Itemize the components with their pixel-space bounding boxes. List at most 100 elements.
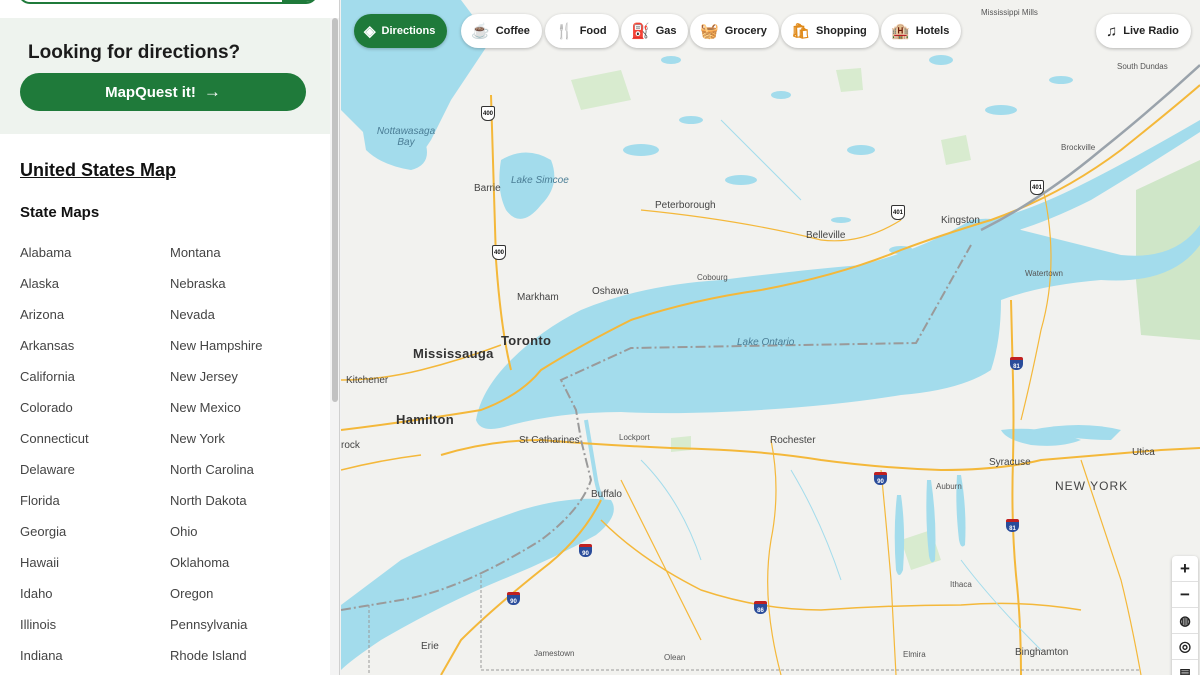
state-link[interactable]: Oregon	[170, 586, 213, 601]
map-label-rochester: Rochester	[770, 435, 816, 446]
map-label-new-york: NEW YORK	[1055, 479, 1129, 493]
map-label-ithaca: Ithaca	[950, 580, 972, 589]
map-label-buffalo: Buffalo	[591, 489, 622, 500]
chip-label: Gas	[655, 25, 677, 37]
state-link[interactable]: Ohio	[170, 524, 197, 539]
interstate-shield-86: 86	[754, 601, 767, 614]
chip-coffee[interactable]: ☕ Coffee	[461, 14, 542, 48]
map-label-auburn: Auburn	[936, 482, 962, 491]
map-label-jamestown: Jamestown	[534, 649, 575, 658]
chip-live-radio[interactable]: ♫ Live Radio	[1096, 14, 1191, 48]
map-label-st-catharines: St Catharines	[519, 435, 580, 446]
highway-shield-401: 401	[891, 205, 905, 220]
chip-gas[interactable]: ⛽ Gas	[621, 14, 689, 48]
state-link[interactable]: New Mexico	[170, 400, 241, 415]
map-label-olean: Olean	[664, 653, 686, 662]
map-label-peterborough: Peterborough	[655, 200, 716, 211]
state-link[interactable]: North Dakota	[170, 493, 247, 508]
interstate-shield-90: 90	[874, 472, 887, 485]
map-label-mississauga: Mississauga	[413, 346, 494, 361]
zoom-out-button[interactable]: −	[1172, 582, 1198, 608]
map-label-kingston: Kingston	[941, 215, 980, 226]
state-link[interactable]: Arkansas	[20, 338, 74, 353]
state-link[interactable]: Nebraska	[170, 276, 226, 291]
chip-directions[interactable]: ◈ Directions	[354, 14, 448, 48]
map-label-lockport: Lockport	[619, 433, 650, 442]
chip-hotels[interactable]: 🏨 Hotels	[881, 14, 962, 48]
state-link[interactable]: Nevada	[170, 307, 215, 322]
chip-label: Live Radio	[1123, 25, 1179, 37]
chip-label: Directions	[381, 25, 436, 37]
state-link[interactable]: Delaware	[20, 462, 75, 477]
state-link[interactable]: Rhode Island	[170, 648, 247, 663]
food-icon: 🍴	[555, 22, 574, 40]
chip-shopping[interactable]: 🛍 Shopping	[781, 14, 879, 48]
globe-icon[interactable]: ◍	[1172, 608, 1198, 634]
map-label-oshawa: Oshawa	[592, 286, 629, 297]
chip-food[interactable]: 🍴 Food	[545, 14, 619, 48]
layers-icon[interactable]: ▤	[1172, 660, 1198, 675]
state-link[interactable]: New York	[170, 431, 225, 446]
map-label-hamilton: Hamilton	[396, 412, 455, 427]
interstate-shield-90: 90	[507, 592, 520, 605]
interstate-shield-81: 81	[1006, 519, 1019, 532]
united-states-map-link[interactable]: United States Map	[20, 160, 176, 181]
state-maps-heading: State Maps	[20, 204, 100, 221]
map-label-markham: Markham	[517, 292, 559, 303]
state-link[interactable]: Alaska	[20, 276, 59, 291]
map-label-toronto: Toronto	[501, 333, 552, 348]
map-canvas[interactable]: Mississippi Mills South Dundas Nottawasa…	[341, 0, 1200, 675]
map-label-lake-simcoe: Lake Simcoe	[511, 175, 569, 186]
state-link[interactable]: Alabama	[20, 245, 71, 260]
map-label-elmira: Elmira	[903, 650, 926, 659]
mapquest-it-button[interactable]: MapQuest it! →	[20, 73, 306, 111]
search-button[interactable]	[282, 0, 318, 2]
state-link[interactable]: Hawaii	[20, 555, 59, 570]
state-link[interactable]: Connecticut	[20, 431, 89, 446]
music-icon: ♫	[1106, 22, 1118, 40]
state-link[interactable]: Oklahoma	[170, 555, 229, 570]
highway-shield-400: 400	[492, 245, 506, 260]
state-link[interactable]: Indiana	[20, 648, 63, 663]
state-link[interactable]: Florida	[20, 493, 60, 508]
highway-shield-401: 401	[1030, 180, 1044, 195]
shopping-icon: 🛍	[791, 22, 811, 40]
map-controls: + − ◍ ◎ ▤	[1172, 556, 1198, 675]
mapquest-it-label: MapQuest it!	[105, 83, 196, 101]
state-link[interactable]: Idaho	[20, 586, 53, 601]
map-label-watertown: Watertown	[1025, 269, 1063, 278]
sidebar: Looking for directions? MapQuest it! → U…	[0, 0, 340, 675]
chip-grocery[interactable]: 🧺 Grocery	[690, 14, 779, 48]
interstate-shield-81: 81	[1010, 357, 1023, 370]
state-link[interactable]: New Hampshire	[170, 338, 262, 353]
map-label-barrie: Barrie	[474, 183, 501, 194]
state-link[interactable]: New Jersey	[170, 369, 238, 384]
directions-icon: ◈	[364, 22, 376, 40]
scroll-thumb[interactable]	[332, 18, 338, 402]
state-link[interactable]: Montana	[170, 245, 221, 260]
chip-label: Coffee	[495, 25, 530, 37]
chip-label: Food	[579, 25, 607, 37]
search-input[interactable]	[18, 0, 318, 4]
promo-title: Looking for directions?	[28, 42, 241, 63]
gas-icon: ⛽	[631, 22, 650, 40]
hotel-icon: 🏨	[891, 22, 910, 40]
state-link[interactable]: North Carolina	[170, 462, 254, 477]
arrow-right-icon: →	[203, 82, 221, 101]
state-link[interactable]: California	[20, 369, 75, 384]
state-link[interactable]: Arizona	[20, 307, 64, 322]
state-link[interactable]: Colorado	[20, 400, 73, 415]
map-label-binghamton: Binghamton	[1015, 647, 1069, 658]
locate-me-icon[interactable]: ◎	[1172, 634, 1198, 660]
state-link[interactable]: Georgia	[20, 524, 66, 539]
highway-shield-400: 400	[481, 106, 495, 121]
map-label-cobourg: Cobourg	[697, 273, 728, 282]
zoom-in-button[interactable]: +	[1172, 556, 1198, 582]
sidebar-scrollbar[interactable]	[330, 18, 339, 675]
grocery-icon: 🧺	[700, 22, 719, 40]
state-link[interactable]: Pennsylvania	[170, 617, 247, 632]
map-label-syracuse: Syracuse	[989, 457, 1031, 468]
directions-promo: Looking for directions? MapQuest it! →	[0, 18, 330, 134]
chip-label: Shopping	[816, 25, 867, 37]
state-link[interactable]: Illinois	[20, 617, 56, 632]
